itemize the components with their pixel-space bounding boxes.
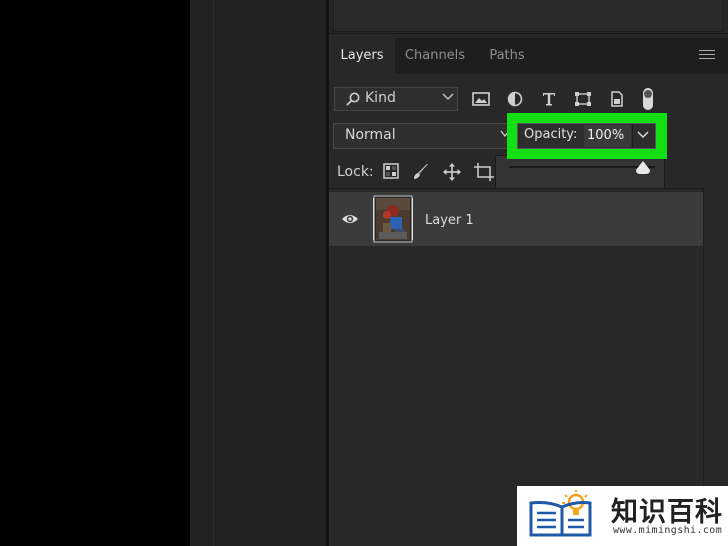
panel-tab-bar: Layers Channels Paths (329, 38, 728, 74)
adjustment-filter-icon[interactable] (507, 91, 523, 107)
chevron-down-icon[interactable] (637, 130, 649, 140)
tab-paths[interactable]: Paths (475, 38, 539, 74)
opacity-label: Opacity: (524, 127, 578, 142)
search-icon (346, 92, 360, 106)
opacity-value: 100% (587, 128, 625, 143)
shape-filter-icon[interactable] (574, 91, 592, 107)
chevron-down-icon (442, 93, 454, 100)
eye-icon[interactable] (341, 212, 359, 226)
blend-mode-value: Normal (345, 127, 396, 143)
tab-channels[interactable]: Channels (395, 38, 475, 74)
divider (329, 188, 703, 189)
watermark-title: 知识百科 (611, 497, 723, 528)
lock-artboard-icon[interactable] (474, 163, 494, 181)
filter-kind-label: Kind (365, 90, 396, 106)
layer-thumbnail (373, 195, 413, 243)
pixel-filter-icon[interactable] (472, 91, 490, 107)
panel-menu-icon[interactable] (699, 50, 715, 62)
lock-label: Lock: (337, 164, 374, 180)
divider (632, 125, 633, 147)
document-area (214, 0, 326, 546)
lock-image-icon[interactable] (412, 163, 430, 181)
lock-position-icon[interactable] (443, 163, 461, 181)
type-filter-icon[interactable] (541, 91, 557, 107)
lock-transparent-icon[interactable] (383, 163, 399, 179)
opacity-slider-thumb[interactable] (634, 160, 652, 176)
watermark-url: www.mimingshi.com (613, 525, 723, 536)
toolbar-column (190, 0, 213, 546)
upper-panel-content (333, 0, 723, 32)
left-background (0, 0, 190, 546)
layer-name[interactable]: Layer 1 (425, 213, 474, 228)
filter-toggle-icon[interactable] (641, 87, 655, 111)
tab-layers[interactable]: Layers (329, 38, 395, 74)
smart-object-filter-icon[interactable] (609, 91, 625, 107)
book-lightbulb-logo-icon (529, 490, 592, 537)
layers-panel (329, 0, 728, 546)
